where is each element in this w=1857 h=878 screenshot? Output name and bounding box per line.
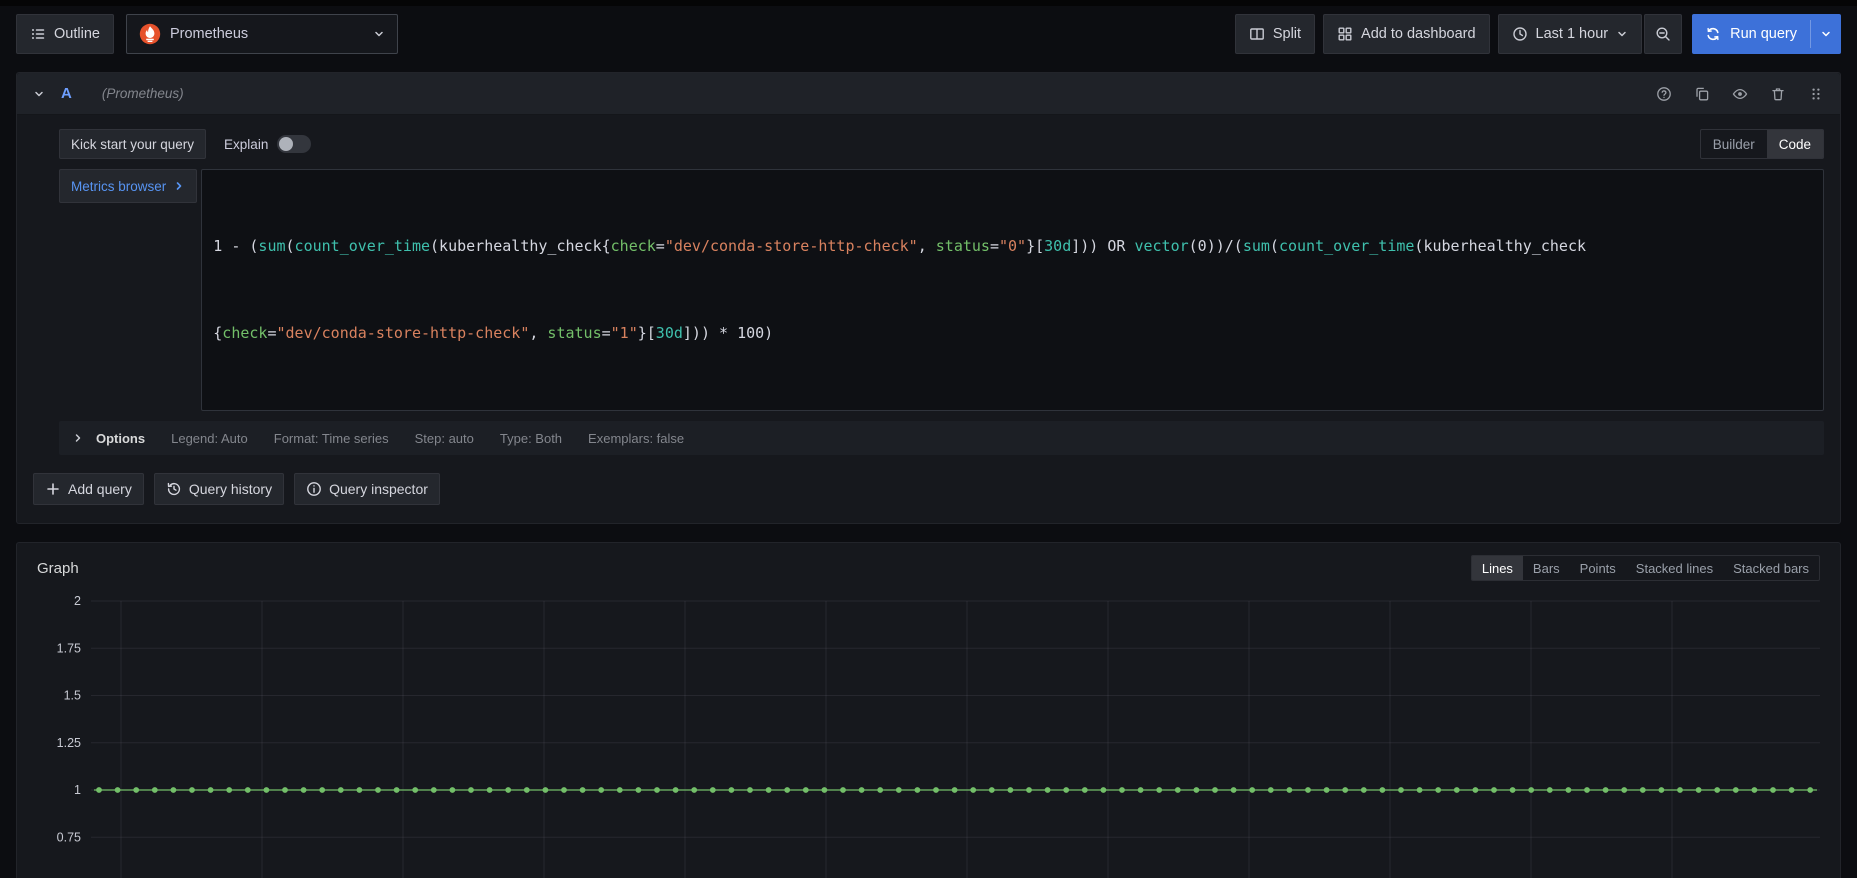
chevron-down-icon	[1822, 31, 1830, 37]
query-editor-row: Metrics browser 1 - (sum(count_over_time…	[59, 169, 1824, 411]
time-range-label: Last 1 hour	[1535, 26, 1609, 42]
run-query-button[interactable]: Run query	[1692, 14, 1841, 54]
svg-text:0.75: 0.75	[57, 830, 81, 844]
add-query-button[interactable]: Add query	[33, 473, 144, 505]
copy-icon[interactable]	[1694, 86, 1710, 102]
split-button[interactable]: Split	[1234, 14, 1316, 54]
prometheus-icon	[139, 23, 161, 45]
collapse-chevron-icon[interactable]	[33, 88, 45, 100]
options-label: Options	[96, 430, 146, 446]
split-label: Split	[1272, 26, 1302, 42]
toggle-knob	[279, 137, 294, 151]
builder-mode-button[interactable]: Builder	[1701, 130, 1767, 158]
graph-style-lines[interactable]: Lines	[1471, 556, 1523, 580]
query-editor-toolbar: Kick start your query Explain Builder Co…	[59, 129, 1824, 159]
code-mode-button[interactable]: Code	[1766, 130, 1823, 158]
query-inspector-button[interactable]: Query inspector	[294, 473, 440, 505]
time-picker-group: Last 1 hour	[1497, 14, 1683, 54]
chevron-down-icon	[375, 31, 383, 37]
editor-mode-switcher: Builder Code	[1699, 129, 1824, 159]
graph-svg: 00.250.50.7511.251.51.75214:2014:2514:30…	[57, 594, 1820, 878]
add-to-dashboard-label: Add to dashboard	[1361, 26, 1476, 42]
trash-icon[interactable]	[1770, 86, 1786, 102]
drag-handle-icon[interactable]	[1808, 86, 1824, 102]
add-query-label: Add query	[68, 481, 132, 497]
query-ref-id: A	[61, 85, 72, 102]
outline-button[interactable]: Outline	[16, 14, 114, 54]
add-to-dashboard-button[interactable]: Add to dashboard	[1323, 14, 1490, 54]
kick-start-query-button[interactable]: Kick start your query	[59, 129, 207, 159]
explain-label: Explain	[224, 136, 269, 152]
datasource-picker[interactable]: Prometheus	[125, 14, 398, 54]
query-row-actions	[1656, 86, 1824, 102]
graph-header: Graph Lines Bars Points Stacked lines Stacke…	[37, 555, 1820, 581]
query-history-button[interactable]: Query history	[153, 473, 285, 505]
query-row-panel: A (Prometheus) Kick start your query Exp…	[16, 72, 1841, 524]
outline-label: Outline	[54, 26, 100, 42]
plus-icon	[45, 481, 61, 497]
svg-text:1.25: 1.25	[57, 736, 81, 750]
clock-icon	[1512, 26, 1528, 42]
kick-start-label: Kick start your query	[71, 136, 195, 152]
query-option: Step: auto	[414, 430, 474, 446]
explain-toggle[interactable]	[277, 135, 312, 153]
outline-icon	[32, 29, 46, 39]
run-query-dropdown[interactable]	[1811, 14, 1841, 54]
graph-canvas[interactable]: 00.250.50.7511.251.51.75214:2014:2514:30…	[29, 587, 1828, 878]
graph-style-bars[interactable]: Bars	[1523, 556, 1570, 580]
run-query-main[interactable]: Run query	[1692, 14, 1810, 54]
query-line-2: {check="dev/conda-store-http-check", sta…	[213, 324, 774, 342]
chevron-right-icon	[176, 182, 182, 190]
chevron-down-icon	[1618, 31, 1626, 37]
options-summary: Legend: Auto Format: Time series Step: aut…	[171, 431, 684, 446]
graph-panel: Graph Lines Bars Points Stacked lines Stacke…	[16, 542, 1841, 878]
zoom-out-icon	[1655, 26, 1671, 42]
metrics-browser-button[interactable]: Metrics browser	[59, 169, 198, 203]
graph-style-stacked-lines[interactable]: Stacked lines	[1626, 556, 1723, 580]
options-chevron-icon	[75, 434, 81, 442]
query-inspector-label: Query inspector	[329, 481, 428, 497]
svg-text:1: 1	[74, 783, 81, 797]
query-option: Exemplars: false	[588, 430, 685, 446]
svg-text:1.75: 1.75	[57, 641, 81, 655]
graph-style-points[interactable]: Points	[1570, 556, 1626, 580]
svg-text:2: 2	[74, 594, 81, 608]
svg-text:1.5: 1.5	[64, 689, 81, 703]
time-range-button[interactable]: Last 1 hour	[1497, 14, 1643, 54]
graph-style-switcher: Lines Bars Points Stacked lines Stacked bars	[1470, 555, 1820, 581]
query-option: Type: Both	[499, 430, 563, 446]
query-option: Legend: Auto	[171, 430, 248, 446]
sync-icon	[1705, 26, 1721, 42]
explain-control: Explain	[224, 135, 312, 153]
time-zoom-out-button[interactable]	[1644, 14, 1683, 54]
query-history-label: Query history	[188, 481, 273, 497]
graph-title: Graph	[37, 559, 79, 577]
info-icon	[306, 481, 322, 497]
query-line-1: 1 - (sum(count_over_time(kuberhealthy_ch…	[213, 237, 1587, 255]
query-option: Format: Time series	[273, 430, 389, 446]
help-icon[interactable]	[1656, 86, 1672, 102]
explore-toolbar: Outline Prometheus Split Add to dashboar…	[0, 6, 1857, 62]
apps-grid-icon	[1337, 26, 1353, 42]
promql-code-editor[interactable]: 1 - (sum(count_over_time(kuberhealthy_ch…	[201, 169, 1824, 411]
eye-icon[interactable]	[1732, 86, 1748, 102]
run-query-label: Run query	[1730, 26, 1797, 42]
query-options-bar[interactable]: Options Legend: Auto Format: Time series S…	[59, 421, 1824, 455]
query-row-body: Kick start your query Explain Builder Co…	[17, 115, 1840, 523]
query-actions-row: Add query Query history Query inspector	[33, 473, 1824, 505]
history-icon	[166, 481, 182, 497]
query-datasource-hint: (Prometheus)	[101, 86, 184, 101]
metrics-browser-label: Metrics browser	[71, 178, 167, 194]
query-row-header[interactable]: A (Prometheus)	[17, 73, 1840, 115]
datasource-name: Prometheus	[169, 26, 249, 42]
split-icon	[1249, 26, 1265, 42]
graph-style-stacked-bars[interactable]: Stacked bars	[1723, 556, 1819, 580]
